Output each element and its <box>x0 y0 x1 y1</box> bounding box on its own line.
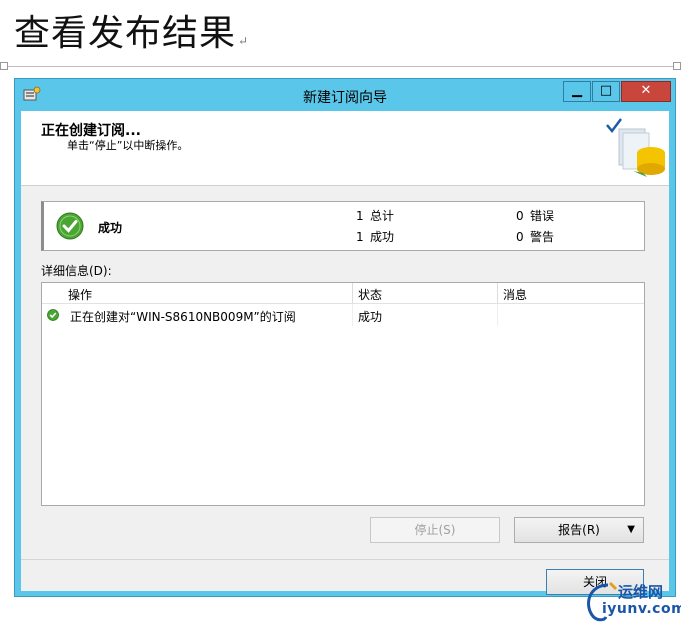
row-action: 正在创建对“WIN-S8610NB009M”的订阅 <box>70 310 296 324</box>
watermark-logo: 运维网 iyunv.com <box>580 577 681 623</box>
column-header-message[interactable]: 消息 <box>503 286 527 303</box>
watermark-url: iyunv.com <box>602 601 681 617</box>
maximize-button[interactable]: □ <box>592 81 620 102</box>
success-count-label: 成功 <box>370 230 395 244</box>
success-count-value: 1 <box>356 230 364 244</box>
database-wizard-icon <box>606 118 665 177</box>
page-subtitle: 单击“停止”以中断操作。 <box>67 139 189 152</box>
ruler-marker-left <box>0 62 8 70</box>
wizard-window: 新建订阅向导 ▁ □ ✕ 正在创建订阅... 单击“停止”以中断操作。 成功 1… <box>14 78 676 597</box>
column-header-status[interactable]: 状态 <box>358 286 382 303</box>
warning-count-label: 警告 <box>530 230 555 244</box>
wizard-client-area: 正在创建订阅... 单击“停止”以中断操作。 成功 1 总计 1 成功 0 错误… <box>21 111 669 595</box>
document-ruler-line <box>0 66 681 67</box>
error-count-value: 0 <box>516 209 524 223</box>
minimize-button[interactable]: ▁ <box>563 81 591 102</box>
details-grid[interactable]: 操作 状态 消息 正在创建对“WIN-S8610NB009M”的订阅 成功 <box>41 282 645 506</box>
dropdown-arrow-icon[interactable]: ▼ <box>627 518 635 542</box>
column-divider <box>352 283 353 303</box>
total-count-label: 总计 <box>370 209 395 223</box>
success-count: 1 成功 <box>356 228 394 245</box>
grid-header: 操作 状态 消息 <box>42 283 644 304</box>
title-bar[interactable]: 新建订阅向导 ▁ □ ✕ <box>15 79 675 111</box>
report-button[interactable]: 报告(R) ▼ <box>514 517 644 543</box>
table-row[interactable]: 正在创建对“WIN-S8610NB009M”的订阅 成功 <box>42 304 644 326</box>
ruler-marker-right <box>673 62 681 70</box>
check-circle-icon <box>56 212 84 240</box>
check-circle-small-icon <box>47 309 59 321</box>
warning-count-value: 0 <box>516 230 524 244</box>
stop-button[interactable]: 停止(S) <box>370 517 500 543</box>
row-status: 成功 <box>358 310 383 324</box>
warning-count: 0 警告 <box>516 228 554 245</box>
total-count-value: 1 <box>356 209 364 223</box>
document-heading-text: 查看发布结果 <box>14 13 237 54</box>
column-header-action[interactable]: 操作 <box>68 286 92 303</box>
watermark-text: 运维网 <box>618 583 664 601</box>
footer-separator <box>21 559 669 560</box>
error-count-label: 错误 <box>530 209 555 223</box>
row-divider <box>497 304 498 326</box>
column-divider <box>497 283 498 303</box>
document-heading: 查看发布结果 ↵ <box>14 4 249 56</box>
paragraph-mark: ↵ <box>238 34 250 48</box>
report-button-label: 报告(R) <box>558 523 600 537</box>
row-divider <box>352 304 353 326</box>
error-count: 0 错误 <box>516 207 554 224</box>
close-window-button[interactable]: ✕ <box>621 81 671 102</box>
status-result-label: 成功 <box>98 221 123 235</box>
details-label: 详细信息(D): <box>41 264 112 278</box>
total-count: 1 总计 <box>356 207 394 224</box>
wizard-header: 正在创建订阅... 单击“停止”以中断操作。 <box>21 111 669 186</box>
status-summary-panel: 成功 1 总计 1 成功 0 错误 0 警告 <box>41 201 645 251</box>
